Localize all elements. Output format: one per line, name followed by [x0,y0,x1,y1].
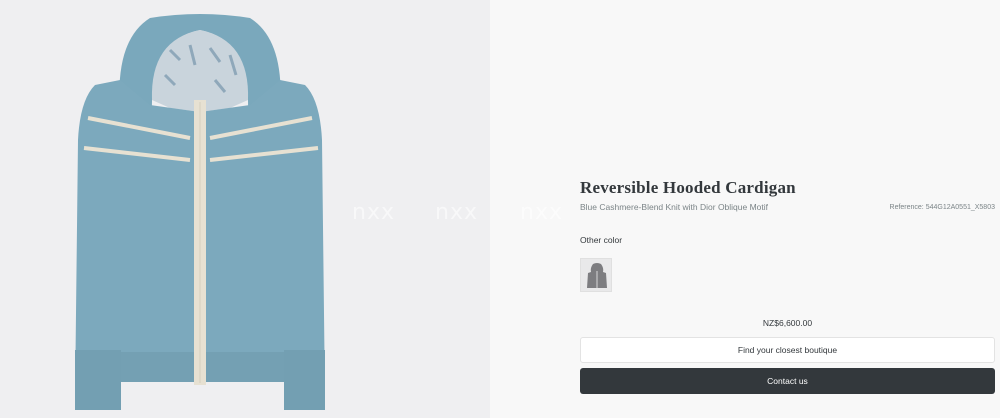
watermark-text: nxx [352,200,395,225]
watermark-text: nxx [520,200,563,225]
product-title: Reversible Hooded Cardigan [580,178,796,197]
color-swatch-grey[interactable] [580,258,612,292]
other-color-label: Other color [580,235,623,245]
grey-cardigan-thumbnail-icon [587,263,607,288]
product-reference: Reference: 544G12A0551_X5803 [889,204,995,211]
product-image-cardigan[interactable] [0,0,490,418]
contact-us-button[interactable]: Contact us [580,368,995,394]
product-details-pane: nxx Reversible Hooded Cardigan Blue Cash… [490,0,1000,418]
product-price: NZ$6,600.00 [762,318,813,328]
product-subtitle: Blue Cashmere-Blend Knit with Dior Obliq… [580,202,769,212]
find-boutique-button[interactable]: Find your closest boutique [580,337,995,363]
watermark-text: nxx [435,200,478,225]
product-image-pane: nxx nxx [0,0,490,418]
